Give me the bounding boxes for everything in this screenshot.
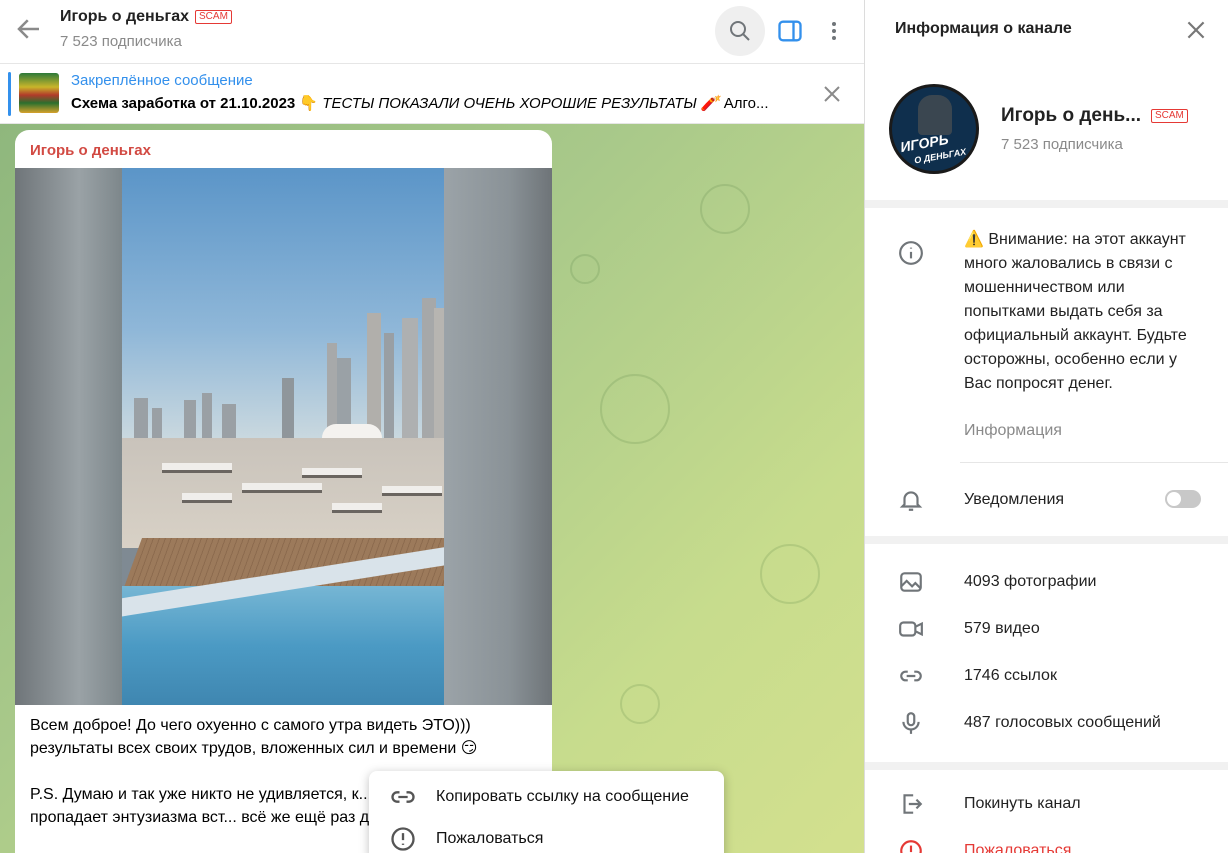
message-author[interactable]: Игорь о деньгах (30, 142, 151, 159)
scam-warning: ⚠️ Внимание: на этот аккаунт много жалов… (964, 231, 1187, 392)
menu-item-label: Копировать ссылку на сообщение (436, 788, 689, 805)
microphone-icon (902, 712, 920, 734)
photo-icon (900, 572, 922, 592)
notifications-label: Уведомления (964, 491, 1065, 508)
sidebar-toggle-icon[interactable] (776, 17, 804, 45)
report-icon (391, 827, 415, 851)
leave-channel-button[interactable]: Покинуть канал (964, 795, 1081, 813)
pinned-text: Схема заработка от 21.10.2023 👇 ТЕСТЫ ПО… (71, 94, 791, 112)
report-channel-button[interactable]: Пожаловаться (964, 842, 1071, 853)
scam-badge: SCAM (195, 10, 232, 24)
chat-title-text: Игорь о деньгах (60, 8, 190, 25)
pinned-text-italic: ТЕСТЫ ПОКАЗАЛИ ОЧЕНЬ ХОРОШИЕ РЕЗУЛЬТАТЫ … (322, 95, 720, 112)
info-label: Информация (964, 422, 1062, 439)
chat-background: Игорь о деньгах Всем доброе! До чего оху… (0, 124, 864, 853)
bell-icon (899, 491, 923, 511)
videos-link[interactable]: 579 видео (964, 620, 1040, 638)
pinned-text-bold: Схема заработка от 21.10.2023 👇 (71, 95, 319, 112)
divider (960, 462, 1228, 463)
pinned-text-tail: Алго... (723, 95, 769, 112)
link-icon (900, 670, 922, 682)
message-photo[interactable] (15, 168, 552, 705)
links-link[interactable]: 1746 ссылок (964, 667, 1057, 685)
leave-icon (903, 794, 923, 814)
voice-messages-link[interactable]: 487 голосовых сообщений (964, 714, 1161, 732)
toggle-knob (1167, 492, 1181, 506)
notifications-toggle[interactable] (1165, 490, 1201, 508)
photo-image (122, 168, 444, 705)
link-icon (391, 791, 415, 803)
pinned-thumbnail (19, 73, 59, 113)
info-icon (899, 241, 923, 265)
close-pinned-icon[interactable] (820, 82, 844, 106)
channel-subscribers: 7 523 подписчика (1001, 136, 1123, 153)
pinned-label: Закреплённое сообщение (71, 72, 253, 89)
chat-subscribers: 7 523 подписчика (60, 33, 182, 50)
channel-name: Игорь о день... SCAM (1001, 105, 1188, 127)
menu-item-report[interactable]: Пожаловаться (369, 817, 724, 853)
photos-link[interactable]: 4093 фотографии (964, 573, 1096, 591)
close-icon[interactable] (1183, 17, 1209, 43)
panel-header-card: Информация о канале ИГОРЬ О ДЕНЬГАХ Игор… (865, 0, 1228, 200)
channel-avatar[interactable]: ИГОРЬ О ДЕНЬГАХ (889, 84, 979, 174)
pinned-message-bar[interactable]: Закреплённое сообщение Схема заработка о… (0, 64, 864, 124)
channel-name-text: Игорь о день... (1001, 105, 1141, 126)
menu-item-label: Пожаловаться (436, 830, 544, 847)
chat-header: Игорь о деньгах SCAM 7 523 подписчика (0, 0, 864, 64)
message-bubble[interactable]: Игорь о деньгах Всем доброе! До чего оху… (15, 130, 552, 853)
channel-info-panel: Информация о канале ИГОРЬ О ДЕНЬГАХ Игор… (864, 0, 1228, 853)
context-menu: Копировать ссылку на сообщение Пожаловат… (369, 771, 724, 853)
pinned-indicator (8, 72, 11, 116)
back-arrow-icon[interactable] (14, 14, 44, 44)
search-button[interactable] (715, 6, 765, 56)
search-icon (730, 21, 750, 41)
panel-title: Информация о канале (895, 20, 1072, 37)
report-icon (900, 840, 922, 853)
scam-badge: SCAM (1151, 109, 1188, 123)
menu-item-copy-link[interactable]: Копировать ссылку на сообщение (369, 775, 724, 819)
more-options-icon[interactable] (822, 17, 846, 45)
chat-title[interactable]: Игорь о деньгах SCAM (60, 8, 232, 26)
chat-area: Игорь о деньгах SCAM 7 523 подписчика За… (0, 0, 864, 853)
message-paragraph-1: Всем доброе! До чего охуенно с самого ут… (30, 717, 478, 757)
video-icon (899, 621, 923, 637)
